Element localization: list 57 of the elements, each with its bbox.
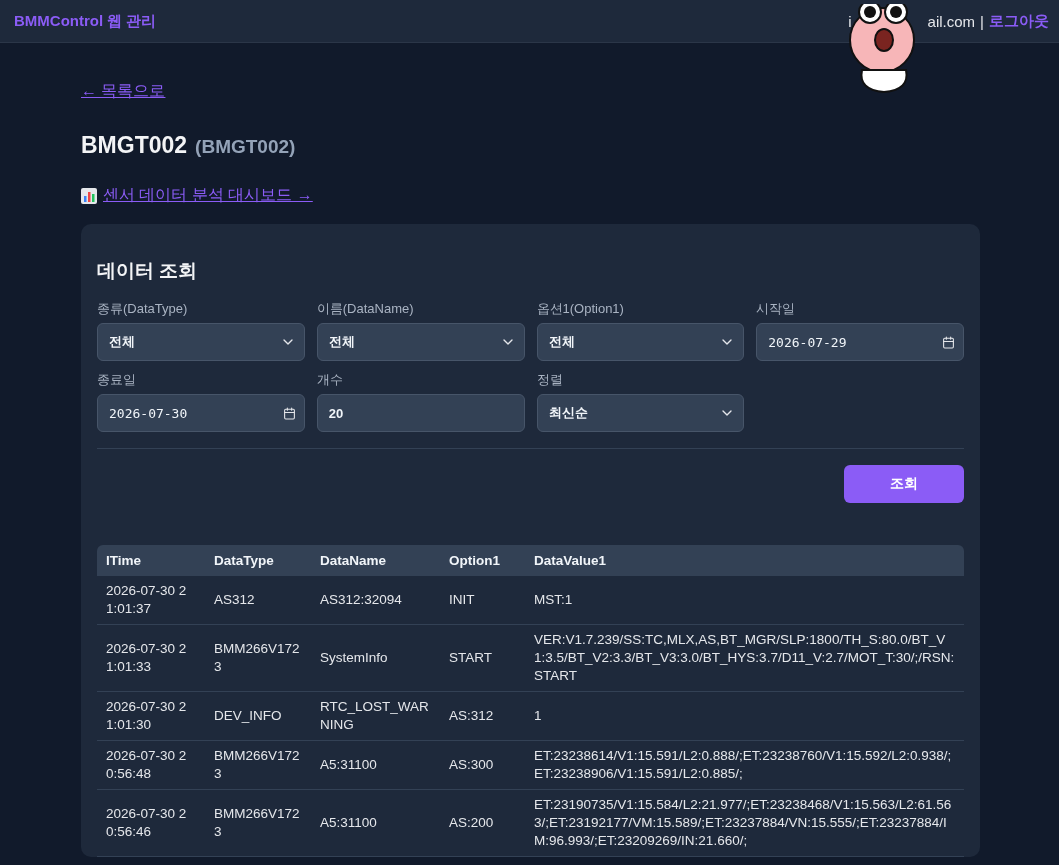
table-cell: ET:23190735/V1:15.584/L2:21.977/;ET:23238468/V1:15.563/L2:61.563/;ET:23192177/VM:15.589/;ET:23237884/VN:15.555/;ET:23237884/IM:96.993/;ET:23209269/IN:21.660/; xyxy=(525,789,964,857)
dashboard-link[interactable]: 센서 데이터 분석 대시보드 → xyxy=(103,185,313,206)
email-text: ail.com xyxy=(927,12,976,30)
select-field[interactable]: 전체 xyxy=(536,323,745,361)
table-cell: START xyxy=(440,624,525,692)
field-label: 시작일 xyxy=(756,300,797,318)
table-cell: AS:200 xyxy=(440,789,525,857)
bar-chart-icon xyxy=(81,187,97,204)
table-cell: 1 xyxy=(525,691,964,741)
column-header: Option1 xyxy=(440,545,525,576)
table-cell: 2026-07-30 21:01:33 xyxy=(97,624,205,692)
table-cell: AS312:32094 xyxy=(311,576,440,625)
table-cell: RTC_LOST_WARNING xyxy=(311,691,440,741)
table-cell: 2026-07-30 20:56:46 xyxy=(97,789,205,857)
table-cell: DEV_INFO xyxy=(205,691,311,741)
select-field[interactable]: 최신순 xyxy=(536,394,745,432)
device-code: (BMGT002) xyxy=(195,136,296,158)
select-field[interactable]: 전체 xyxy=(316,323,525,361)
calendar-icon xyxy=(282,406,296,420)
date-field[interactable]: 2026-07-30 xyxy=(97,394,305,432)
table-cell: 2026-07-30 20:56:48 xyxy=(97,740,205,790)
table-cell: A5:31100 xyxy=(311,740,440,790)
card-title: 데이터 조회 xyxy=(97,259,199,283)
number-field[interactable]: 20 xyxy=(316,394,525,432)
table-cell: 2026-07-30 21:01:30 xyxy=(97,691,205,741)
table-cell: MST:1 xyxy=(525,576,964,625)
table-cell: BMM266V1723 xyxy=(205,740,311,790)
column-header: DataName xyxy=(311,545,440,576)
field-label: 옵션1(Option1) xyxy=(536,300,625,318)
column-header: DataValue1 xyxy=(525,545,964,576)
field-label: 개수 xyxy=(316,371,344,389)
table-cell: AS:300 xyxy=(440,740,525,790)
table-cell: 2026-07-30 21:01:37 xyxy=(97,576,205,625)
device-name: BMGT002 xyxy=(81,132,188,159)
date-field[interactable]: 2026-07-29 xyxy=(756,323,964,361)
table-cell: A5:31100 xyxy=(311,789,440,857)
table-cell: VER:V1.7.239/SS:TC,MLX,AS,BT_MGR/SLP:1800/TH_S:80.0/BT_V1:3.5/BT_V2:3.3/BT_V3:3.0/BT_HYS:3.7/D11_V:2.7/MOT_T:30/;/RSN:START xyxy=(525,624,964,692)
field-label: 종료일 xyxy=(97,371,137,389)
separator-text: | xyxy=(980,12,984,30)
search-button[interactable]: 조회 xyxy=(844,465,964,503)
calendar-icon xyxy=(942,335,955,349)
back-link[interactable]: ← 목록으로 xyxy=(81,81,166,102)
field-label: 이름(DataName) xyxy=(316,300,415,318)
field-label: 종류(DataType) xyxy=(97,300,189,318)
table-cell: ET:23238614/V1:15.591/L2:0.888/;ET:23238760/V1:15.592/L2:0.938/;ET:23238906/V1:15.591/L2:0.885/; xyxy=(525,740,964,790)
select-field[interactable]: 전체 xyxy=(97,323,305,361)
field-label: 정렬 xyxy=(536,371,564,389)
table-cell: BMM266V1723 xyxy=(205,789,311,857)
column-header: ITime xyxy=(97,545,205,576)
email-text: i xyxy=(848,12,852,30)
table-cell: AS:312 xyxy=(440,691,525,741)
brand-title: BMMControl 웹 관리 xyxy=(14,11,157,31)
column-header: DataType xyxy=(205,545,311,576)
table-cell: SystemInfo xyxy=(311,624,440,692)
table-cell: BMM266V1723 xyxy=(205,624,311,692)
table-cell: AS312 xyxy=(205,576,311,625)
table-cell: INIT xyxy=(440,576,525,625)
